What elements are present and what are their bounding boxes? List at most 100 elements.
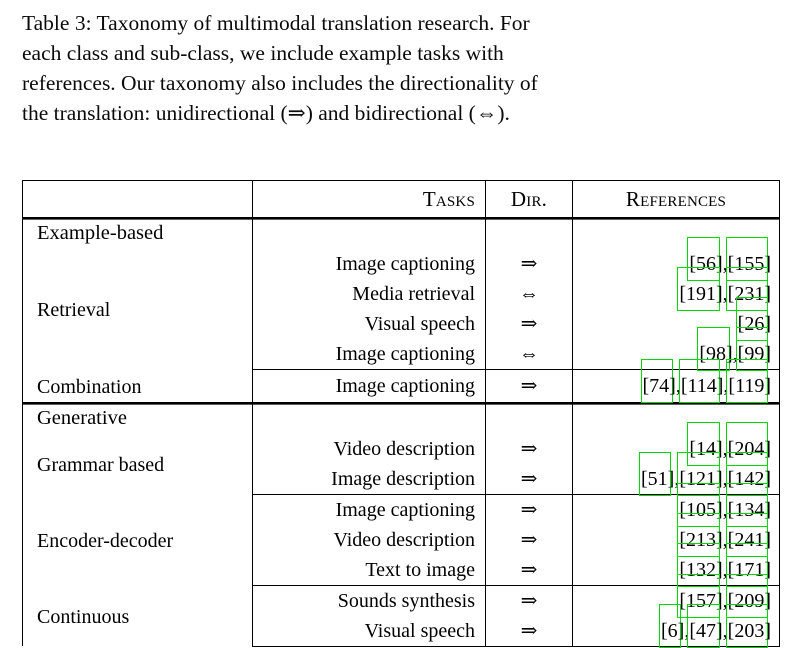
table-caption: Table 3: Taxonomy of multimodal translat…: [22, 8, 779, 128]
section-header-row: Example-based: [22, 217, 780, 249]
citation-label: [114]: [680, 374, 724, 397]
direction-cell: ⇔: [485, 279, 573, 309]
table-row: Encoder-decoder Image captioning ⇒ [105], […: [22, 482, 780, 585]
table-row: Combination Image captioning ⇒ [74], [114],…: [22, 358, 780, 403]
direction-cell: ⇔: [485, 339, 573, 370]
direction-cell: ⇒: [485, 524, 573, 555]
references-cell: [132], [171]: [572, 542, 780, 587]
citation-highlight[interactable]: [204]: [725, 421, 771, 466]
citation-highlight[interactable]: [119]: [726, 358, 771, 403]
citation-label: [14]: [689, 437, 723, 460]
citation-highlight[interactable]: [209]: [725, 573, 771, 618]
citation-label: [171]: [727, 558, 771, 581]
citation-highlight[interactable]: [231]: [725, 267, 771, 311]
citation-label: [121]: [679, 467, 723, 490]
citation-highlight[interactable]: [132]: [677, 542, 723, 587]
direction-cell: ⇒: [485, 585, 573, 616]
task-cell: Text to image: [252, 554, 486, 586]
citation-highlight[interactable]: [155]: [725, 237, 771, 281]
citation-label: [241]: [727, 528, 771, 551]
caption-line: the translation: unidirectional (⇒) and …: [22, 101, 510, 125]
citation-highlight[interactable]: [213]: [677, 512, 723, 557]
subclass-name: Encoder-decoder: [22, 494, 253, 585]
section-empty-refs: [572, 401, 780, 434]
subclass-name: Continuous: [22, 585, 253, 646]
citation-highlight[interactable]: [134]: [725, 482, 771, 527]
citation-label: [204]: [727, 437, 771, 460]
task-cell: Sounds synthesis: [252, 585, 486, 616]
references-cell: [14], [204]: [572, 421, 780, 466]
citation-highlight[interactable]: [51]: [638, 451, 675, 496]
citation-highlight[interactable]: [121]: [677, 451, 723, 496]
section-empty-tasks: [252, 401, 486, 434]
column-header-dir: Dir.: [485, 180, 573, 218]
direction-cell: ⇒: [485, 494, 573, 525]
citation-highlight[interactable]: [191]: [677, 267, 723, 311]
citation-highlight[interactable]: [47]: [687, 603, 723, 648]
citation-highlight[interactable]: [241]: [725, 512, 771, 557]
section-empty-dir: [485, 401, 573, 434]
citation-highlight[interactable]: [98]: [697, 327, 733, 371]
references-cell: [56], [155]: [572, 237, 780, 281]
task-cell: Visual speech: [252, 309, 486, 339]
citation-label: [56]: [689, 253, 723, 275]
table-row: Grammar based Video description ⇒ [14], [20…: [22, 421, 780, 494]
citation-label: [105]: [679, 498, 723, 521]
task-cell: Video description: [252, 433, 486, 464]
citation-highlight[interactable]: [171]: [725, 542, 771, 587]
references-cell: [105], [134]: [572, 482, 780, 527]
citation-highlight[interactable]: [56]: [687, 237, 723, 281]
references-cell: [157], [209]: [572, 573, 780, 618]
citation-highlight[interactable]: [74]: [640, 358, 676, 403]
citation-label: [51]: [641, 467, 675, 490]
citation-label: [26]: [737, 313, 771, 335]
table-header: Tasks Dir. References: [22, 180, 780, 218]
citation-highlight[interactable]: [142]: [725, 451, 771, 496]
citation-highlight[interactable]: [26]: [735, 297, 771, 341]
references-cell: [26]: [572, 297, 780, 341]
task-cell: Video description: [252, 524, 486, 555]
citation-highlight[interactable]: [99]: [735, 327, 771, 371]
citation-label: [213]: [679, 528, 723, 551]
references-cell: [213], [241]: [572, 512, 780, 557]
direction-cell: ⇒: [485, 463, 573, 495]
citation-highlight[interactable]: [14]: [687, 421, 723, 466]
citation-highlight[interactable]: [203]: [725, 603, 771, 648]
taxonomy-table-container: Tasks Dir. References Example-based Retri…: [22, 180, 780, 648]
caption-line: each class and sub-class, we include exa…: [22, 41, 504, 65]
subclass-name: Combination: [22, 369, 253, 403]
citation-highlight[interactable]: [157]: [677, 573, 723, 618]
direction-cell: ⇒: [485, 369, 573, 403]
task-cell: Image captioning: [252, 369, 486, 403]
citation-label: [134]: [727, 498, 771, 521]
references-cell: [74], [114], [119]: [572, 358, 780, 403]
citation-label: [119]: [728, 374, 771, 397]
citation-highlight[interactable]: [6]: [658, 603, 685, 648]
caption-line: Table 3: Taxonomy of multimodal translat…: [22, 11, 530, 35]
section-header-row: Generative: [22, 401, 780, 434]
citation-highlight[interactable]: [114]: [678, 358, 724, 403]
citation-label: [231]: [727, 283, 771, 305]
section-empty-refs: [572, 217, 780, 249]
references-cell: [51], [121], [142]: [572, 451, 780, 496]
column-header-tasks: Tasks: [252, 180, 486, 218]
direction-cell: ⇒: [485, 554, 573, 586]
task-cell: Image captioning: [252, 339, 486, 370]
citation-label: [99]: [737, 343, 771, 365]
citation-label: [98]: [699, 343, 733, 365]
citation-label: [6]: [661, 619, 685, 642]
citation-highlight[interactable]: [105]: [677, 482, 723, 527]
direction-cell: ⇒: [485, 615, 573, 647]
section-title: Example-based: [22, 217, 253, 249]
references-cell: [6], [47], [203]: [572, 603, 780, 648]
task-cell: Image description: [252, 463, 486, 495]
direction-cell: ⇒: [485, 309, 573, 339]
direction-cell: ⇒: [485, 249, 573, 279]
citation-label: [155]: [727, 253, 771, 275]
task-cell: Visual speech: [252, 615, 486, 647]
references-cell: [191], [231]: [572, 267, 780, 311]
column-header-references: References: [572, 180, 780, 218]
direction-cell: ⇒: [485, 433, 573, 464]
section-empty-dir: [485, 217, 573, 249]
citation-label: [74]: [642, 374, 676, 397]
